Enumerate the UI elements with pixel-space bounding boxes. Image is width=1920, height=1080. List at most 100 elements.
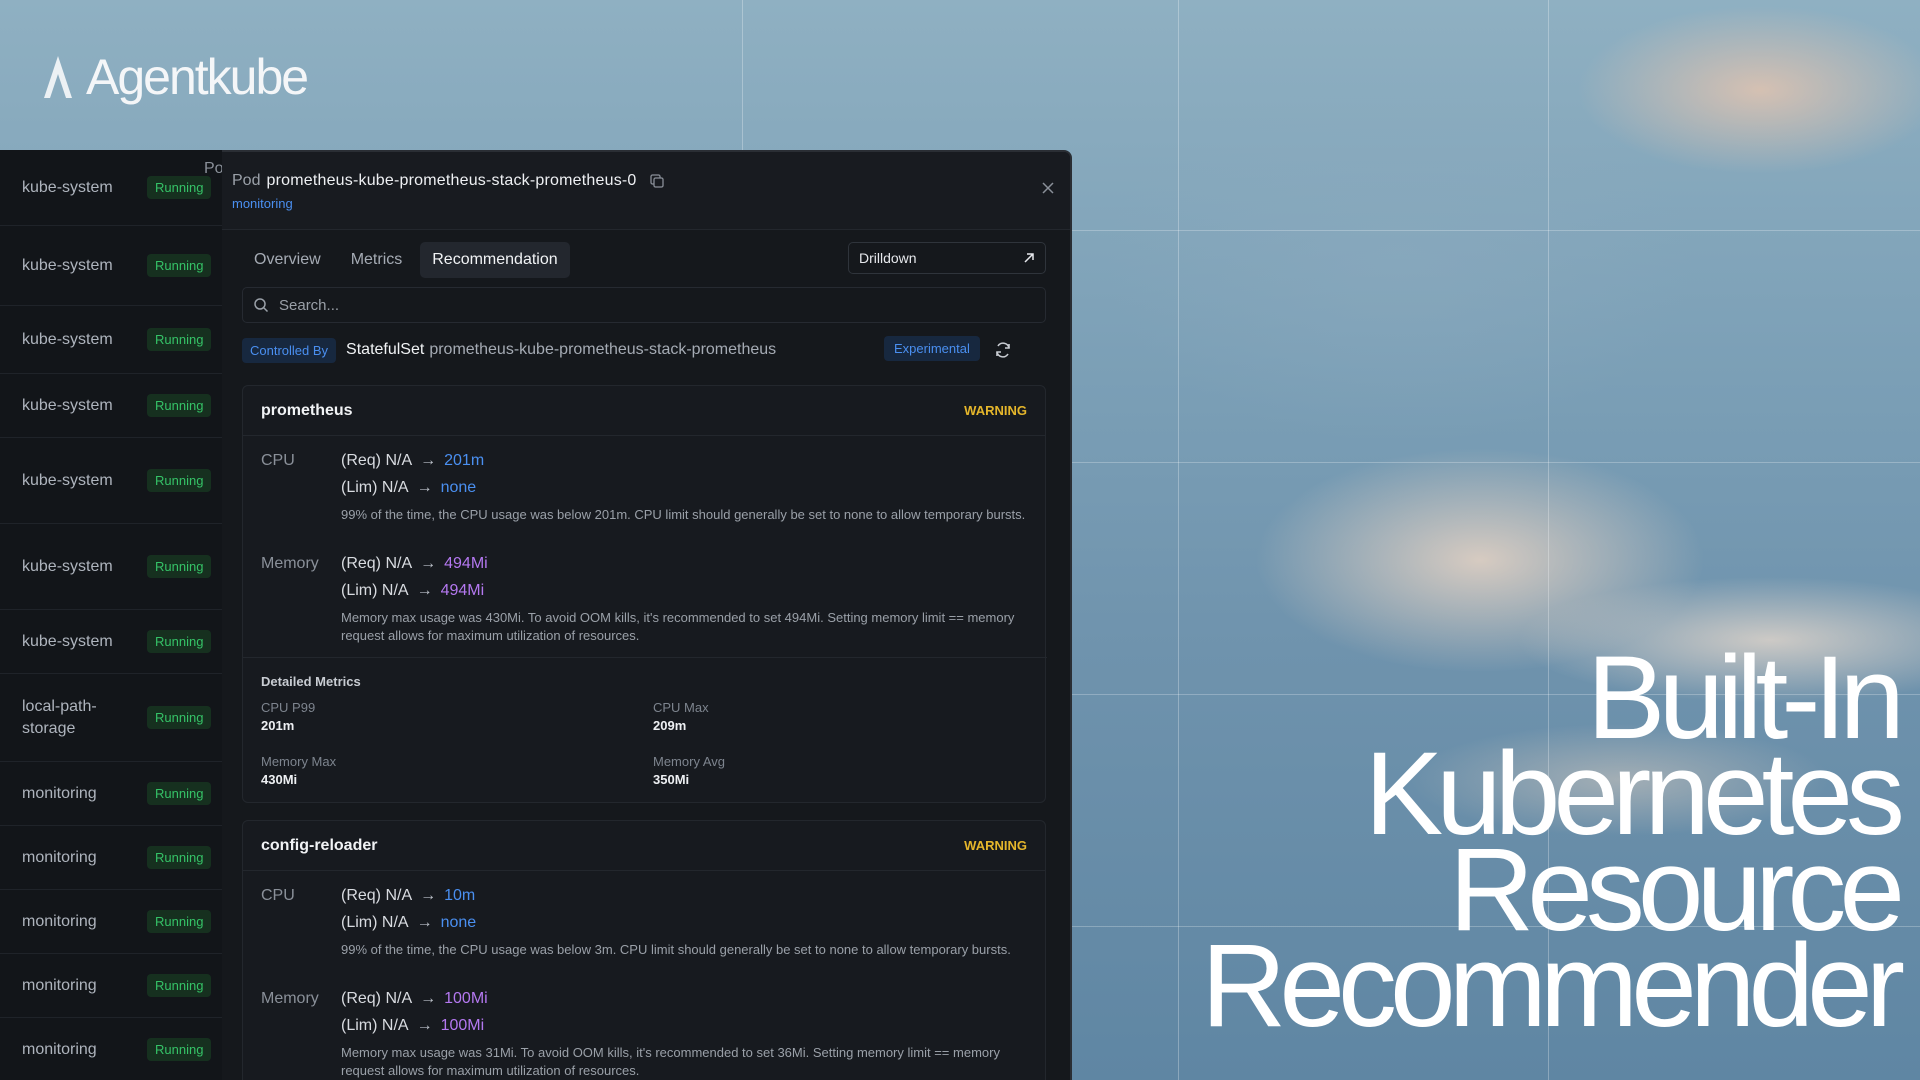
memory-request-line: (Req) N/A → 100Mi — [341, 990, 488, 1008]
pod-list-row[interactable]: monitoring Running — [0, 1018, 222, 1080]
pod-namespace: monitoring — [22, 1040, 97, 1058]
tab-overview[interactable]: Overview — [242, 242, 333, 278]
limit-recommended: none — [440, 914, 477, 931]
pod-title: Pod prometheus-kube-prometheus-stack-pro… — [232, 172, 665, 190]
arrow-right-icon: → — [420, 990, 437, 1007]
memory-note: Memory max usage was 430Mi. To avoid OOM… — [341, 610, 1015, 643]
limit-recommended: none — [440, 479, 477, 496]
request-current: (Req) N/A — [341, 887, 413, 904]
detailed-metrics: Detailed Metrics CPU P99 201m CPU Max 20… — [243, 657, 1047, 802]
metric-label: Memory Avg — [653, 754, 726, 769]
pod-namespace: kube-system — [22, 256, 113, 274]
tab-metrics[interactable]: Metrics — [339, 242, 415, 278]
pod-list-row[interactable]: monitoring Running — [0, 890, 222, 954]
arrow-right-icon: → — [420, 452, 437, 469]
arrow-right-icon: → — [416, 582, 433, 599]
severity-badge: WARNING — [964, 403, 1027, 418]
resource-label: Memory — [261, 990, 319, 1007]
arrow-right-icon: → — [416, 914, 433, 931]
status-badge: Running — [147, 706, 212, 729]
status-badge: Running — [147, 1038, 212, 1061]
experimental-badge: Experimental — [884, 336, 980, 361]
resource-label: CPU — [261, 452, 295, 469]
tab-recommendation[interactable]: Recommendation — [420, 242, 570, 278]
headline-line: Recommender — [1201, 920, 1905, 1052]
status-badge: Running — [147, 328, 212, 351]
metric-memory-max: Memory Max 430Mi — [261, 754, 336, 787]
container-recommendation-card: prometheus WARNING CPU (Req) N/A → 201m … — [242, 385, 1047, 803]
pod-namespace: monitoring — [22, 976, 97, 994]
metric-cpu-p99: CPU P99 201m — [261, 700, 315, 733]
pod-namespace: kube-system — [22, 396, 113, 414]
status-badge: Running — [147, 555, 212, 578]
severity-badge: WARNING — [964, 838, 1027, 853]
controller-name[interactable]: prometheus-kube-prometheus-stack-prometh… — [429, 341, 776, 359]
pod-namespace: kube-system — [22, 178, 113, 196]
pod-list: Po kube-system Running kube-system Runni… — [0, 150, 222, 1080]
pod-list-row[interactable]: monitoring Running — [0, 762, 222, 826]
card-header: config-reloader WARNING — [243, 821, 1045, 871]
pod-namespace: local-path-storage — [22, 697, 97, 737]
cpu-request-line: (Req) N/A → 201m — [341, 452, 484, 470]
pod-list-row[interactable]: monitoring Running — [0, 826, 222, 890]
memory-note: Memory max usage was 31Mi. To avoid OOM … — [341, 1045, 1000, 1078]
metric-value: 430Mi — [261, 772, 298, 787]
agentkube-logo-icon — [44, 56, 72, 98]
limit-current: (Lim) N/A — [341, 479, 409, 496]
drilldown-label: Drilldown — [859, 250, 917, 266]
metric-label: Memory Max — [261, 754, 337, 769]
limit-current: (Lim) N/A — [341, 914, 409, 931]
memory-limit-line: (Lim) N/A → 100Mi — [341, 1017, 484, 1035]
card-header: prometheus WARNING — [243, 386, 1045, 436]
controller-kind: StatefulSet — [346, 341, 425, 358]
metric-label: CPU Max — [653, 700, 709, 715]
pod-list-row[interactable]: kube-system Running — [0, 610, 222, 674]
status-badge: Running — [147, 254, 212, 277]
pod-list-row[interactable]: kube-system Running — [0, 438, 222, 524]
request-recommended: 201m — [444, 452, 485, 469]
request-current: (Req) N/A — [341, 452, 413, 469]
pod-list-row[interactable]: kube-system Running — [0, 306, 222, 374]
memory-request-line: (Req) N/A → 494Mi — [341, 555, 488, 573]
metric-value: 209m — [653, 718, 687, 733]
refresh-icon[interactable] — [994, 341, 1012, 359]
metric-label: CPU P99 — [261, 700, 316, 715]
cpu-request-line: (Req) N/A → 10m — [341, 887, 475, 905]
memory-recommendation: Memory (Req) N/A → 100Mi (Lim) N/A → 100… — [261, 990, 1031, 1080]
pod-list-row[interactable]: kube-system Running — [0, 524, 222, 610]
background-grid-line — [1070, 462, 1920, 463]
metric-cpu-max: CPU Max 209m — [653, 700, 709, 733]
panel-header: Pod prometheus-kube-prometheus-stack-pro… — [222, 152, 1070, 230]
arrow-right-icon: → — [416, 1017, 433, 1034]
memory-limit-line: (Lim) N/A → 494Mi — [341, 582, 484, 600]
cpu-note: 99% of the time, the CPU usage was below… — [341, 507, 1026, 522]
pod-namespace: monitoring — [22, 784, 97, 802]
pod-list-row[interactable]: kube-system Running — [0, 150, 222, 226]
cpu-limit-line: (Lim) N/A → none — [341, 479, 476, 497]
container-recommendation-card: config-reloader WARNING CPU (Req) N/A → … — [242, 820, 1046, 1080]
search-input[interactable] — [279, 296, 1019, 314]
pod-kind: Pod — [232, 172, 261, 189]
status-badge: Running — [147, 910, 212, 933]
memory-recommendation: Memory (Req) N/A → 494Mi (Lim) N/A → 494… — [261, 555, 1031, 645]
pod-namespace: kube-system — [22, 632, 113, 650]
pod-list-row[interactable]: local-path-storage Running — [0, 674, 222, 762]
cpu-limit-line: (Lim) N/A → none — [341, 914, 476, 932]
pod-namespace: monitoring — [22, 912, 97, 930]
limit-current: (Lim) N/A — [341, 582, 409, 599]
brand-logo: Agentkube — [42, 48, 309, 106]
drilldown-button[interactable]: Drilldown — [848, 242, 1046, 274]
namespace-link[interactable]: monitoring — [232, 196, 293, 211]
status-badge: Running — [147, 469, 212, 492]
pod-namespace: kube-system — [22, 557, 113, 575]
copy-icon[interactable] — [649, 173, 665, 189]
brand-name: Agentkube — [86, 49, 309, 105]
limit-recommended: 100Mi — [440, 1017, 485, 1034]
pod-list-row[interactable]: kube-system Running — [0, 226, 222, 306]
pod-list-row[interactable]: monitoring Running — [0, 954, 222, 1018]
arrow-right-icon: → — [420, 555, 437, 572]
close-icon[interactable] — [1040, 180, 1056, 196]
status-badge: Running — [147, 176, 212, 199]
pod-list-row[interactable]: kube-system Running — [0, 374, 222, 438]
arrow-right-icon: → — [416, 479, 433, 496]
